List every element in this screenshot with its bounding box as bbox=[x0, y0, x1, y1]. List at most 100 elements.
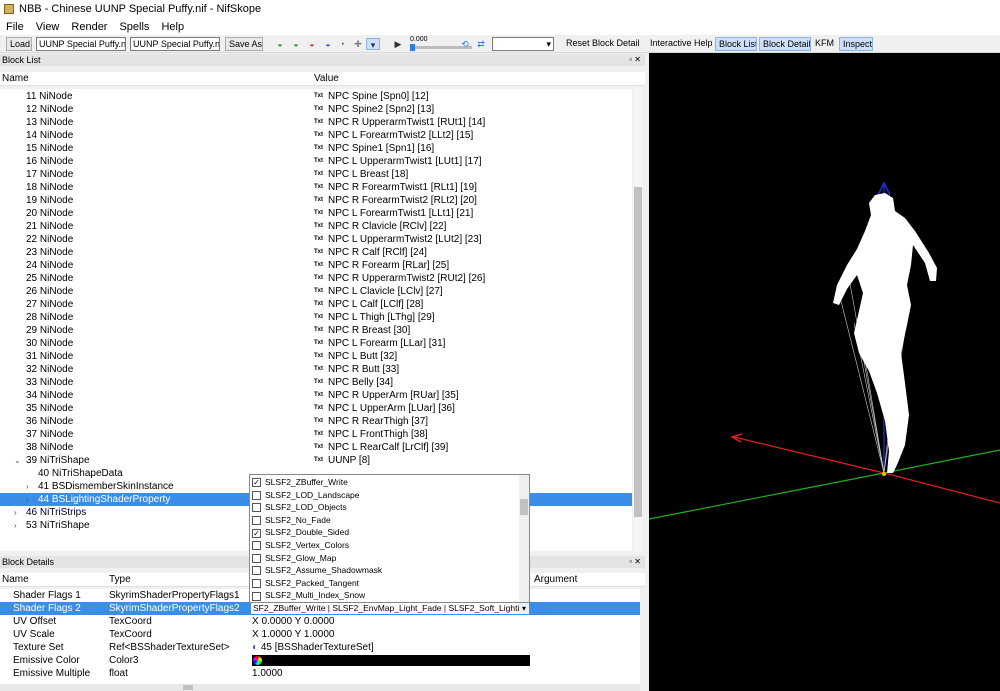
expand-arrow-icon[interactable]: › bbox=[14, 506, 17, 519]
block-list-row[interactable]: 34 NiNode Txt NPC R UpperArm [RUar] [35] bbox=[0, 389, 632, 402]
block-list-row[interactable]: 27 NiNode Txt NPC L Calf [LClf] [28] bbox=[0, 298, 632, 311]
view-dropdown-icon[interactable]: ▾ bbox=[366, 38, 380, 50]
view-front-icon[interactable]: ◒ bbox=[274, 38, 286, 50]
block-list-row[interactable]: 14 NiNode Txt NPC L ForearmTwist2 [LLt2] [… bbox=[0, 129, 632, 142]
block-list-row[interactable]: 15 NiNode Txt NPC Spine1 [Spn1] [16] bbox=[0, 142, 632, 155]
combobox-arrow-icon[interactable]: ▾ bbox=[519, 603, 529, 614]
checkbox-icon[interactable] bbox=[252, 566, 261, 576]
collapse-arrow-icon[interactable]: ⌄ bbox=[14, 454, 21, 467]
block-list-row[interactable]: 16 NiNode Txt NPC L UpperarmTwist1 [LUt1] … bbox=[0, 155, 632, 168]
menu-spells[interactable]: Spells bbox=[113, 21, 155, 33]
block-list-row[interactable]: 37 NiNode Txt NPC L FrontThigh [38] bbox=[0, 428, 632, 441]
details-col-type[interactable]: Type bbox=[109, 573, 131, 587]
checkbox-icon[interactable] bbox=[252, 503, 261, 513]
block-list-row[interactable]: 12 NiNode Txt NPC Spine2 [Spn2] [13] bbox=[0, 103, 632, 116]
block-list-row[interactable]: ⌄ 39 NiTriShape Txt UUNP [8] bbox=[0, 454, 632, 467]
checkbox-icon[interactable] bbox=[252, 541, 261, 551]
checked-checkbox-icon[interactable]: ✓ bbox=[252, 478, 261, 488]
block-list-row[interactable]: 31 NiNode Txt NPC L Butt [32] bbox=[0, 350, 632, 363]
flag-option[interactable]: SLSF2_Glow_Map bbox=[252, 552, 336, 565]
scroll-thumb[interactable] bbox=[634, 187, 642, 517]
play-icon[interactable]: ▶ bbox=[392, 38, 404, 50]
field-value[interactable]: 1.0000 bbox=[252, 667, 283, 680]
block-list-row[interactable]: 13 NiNode Txt NPC R UpperarmTwist1 [RUt1] … bbox=[0, 116, 632, 129]
details-row[interactable]: UV Scale TexCoord X 1.0000 Y 1.0000 bbox=[0, 628, 640, 641]
emissive-color-swatch[interactable] bbox=[252, 655, 530, 666]
file-input-2[interactable]: UUNP Special Puffy.nif bbox=[130, 37, 220, 51]
details-row[interactable]: Emissive Multiple float 1.0000 bbox=[0, 667, 640, 680]
view-side-icon[interactable]: ◒ bbox=[290, 38, 302, 50]
expand-arrow-icon[interactable]: › bbox=[26, 493, 29, 506]
block-list-row[interactable]: 26 NiNode Txt NPC L Clavicle [LClv] [27] bbox=[0, 285, 632, 298]
col-name-header[interactable]: Name bbox=[2, 72, 29, 86]
menu-render[interactable]: Render bbox=[65, 21, 113, 33]
flag-option[interactable]: SLSF2_No_Fade bbox=[252, 514, 331, 527]
block-list-row[interactable]: 33 NiNode Txt NPC Belly [34] bbox=[0, 376, 632, 389]
flag-option[interactable]: SLSF2_Packed_Tangent bbox=[252, 577, 359, 590]
details-col-argument[interactable]: Argument bbox=[534, 573, 577, 587]
pane-float-close-icon[interactable]: ▫ ✕ bbox=[629, 556, 641, 568]
field-value[interactable]: X 0.0000 Y 0.0000 bbox=[252, 615, 335, 628]
expand-arrow-icon[interactable]: › bbox=[26, 480, 29, 493]
flag-option[interactable]: SLSF2_Multi_Index_Snow bbox=[252, 589, 365, 602]
load-button[interactable]: Load bbox=[6, 37, 32, 51]
block-list-row[interactable]: 19 NiNode Txt NPC R ForearmTwist2 [RLt2] [… bbox=[0, 194, 632, 207]
block-list-row[interactable]: 22 NiNode Txt NPC L UpperarmTwist2 [LUt2] … bbox=[0, 233, 632, 246]
view-top-icon[interactable]: ◒ bbox=[306, 38, 318, 50]
switch-icon[interactable]: ⇄ bbox=[475, 38, 487, 50]
inspect-toggle[interactable]: Inspect bbox=[839, 37, 873, 51]
block-list-row[interactable]: 20 NiNode Txt NPC L ForearmTwist1 [LLt1] [… bbox=[0, 207, 632, 220]
checkbox-icon[interactable] bbox=[252, 579, 261, 589]
block-list-row[interactable]: 17 NiNode Txt NPC L Breast [18] bbox=[0, 168, 632, 181]
axes-icon[interactable]: ✛ bbox=[352, 38, 364, 50]
loop-icon[interactable]: ⟲ bbox=[459, 38, 471, 50]
block-list-row[interactable]: 24 NiNode Txt NPC R Forearm [RLar] [25] bbox=[0, 259, 632, 272]
checkbox-icon[interactable] bbox=[252, 591, 261, 601]
details-hscrollbar[interactable] bbox=[0, 684, 640, 691]
block-list-scrollbar[interactable] bbox=[633, 87, 643, 551]
checked-checkbox-icon[interactable]: ✓ bbox=[252, 528, 261, 538]
details-row[interactable]: Shader Flags 2 SkyrimShaderPropertyFlags2… bbox=[0, 602, 640, 615]
flag-option[interactable]: SLSF2_Vertex_Colors bbox=[252, 539, 349, 552]
save-as-button[interactable]: Save As bbox=[225, 37, 263, 51]
flag-option[interactable]: ✓ SLSF2_ZBuffer_Write bbox=[252, 476, 348, 489]
block-list-row[interactable]: 11 NiNode Txt NPC Spine [Spn0] [12] bbox=[0, 90, 632, 103]
expand-arrow-icon[interactable]: › bbox=[14, 519, 17, 532]
shader-flags-combobox[interactable]: SF2_ZBuffer_Write | SLSF2_EnvMap_Light_F… bbox=[250, 602, 530, 615]
block-list-row[interactable]: 29 NiNode Txt NPC R Breast [30] bbox=[0, 324, 632, 337]
col-value-header[interactable]: Value bbox=[314, 72, 339, 86]
menu-view[interactable]: View bbox=[30, 21, 66, 33]
block-list-row[interactable]: 23 NiNode Txt NPC R Calf [RClf] [24] bbox=[0, 246, 632, 259]
flag-option[interactable]: SLSF2_LOD_Landscape bbox=[252, 489, 360, 502]
render-viewport[interactable] bbox=[649, 53, 1000, 691]
block-list-row[interactable]: 35 NiNode Txt NPC L UpperArm [LUar] [36] bbox=[0, 402, 632, 415]
block-list-row[interactable]: 30 NiNode Txt NPC L Forearm [LLar] [31] bbox=[0, 337, 632, 350]
details-col-name[interactable]: Name bbox=[2, 573, 29, 587]
details-row[interactable]: Texture Set Ref<BSShaderTextureSet> ◐ 45 [… bbox=[0, 641, 640, 654]
block-list-row[interactable]: 36 NiNode Txt NPC R RearThigh [37] bbox=[0, 415, 632, 428]
details-row[interactable]: Emissive Color Color3 bbox=[0, 654, 640, 667]
block-list-toggle[interactable]: Block List bbox=[715, 37, 757, 51]
flag-option[interactable]: ✓ SLSF2_Double_Sided bbox=[252, 526, 349, 539]
block-list-row[interactable]: 28 NiNode Txt NPC L Thigh [LThg] [29] bbox=[0, 311, 632, 324]
block-list-row[interactable]: 21 NiNode Txt NPC R Clavicle [RClv] [22] bbox=[0, 220, 632, 233]
checkbox-icon[interactable] bbox=[252, 490, 261, 500]
color-wheel-icon[interactable] bbox=[253, 656, 262, 665]
block-list-row[interactable]: 32 NiNode Txt NPC R Butt [33] bbox=[0, 363, 632, 376]
checkbox-icon[interactable] bbox=[252, 516, 261, 526]
view-walk-icon[interactable]: ◔ bbox=[336, 38, 348, 50]
view-user-icon[interactable]: ◒ bbox=[322, 38, 334, 50]
pane-float-close-icon[interactable]: ▫ ✕ bbox=[629, 54, 641, 66]
block-list-row[interactable]: 18 NiNode Txt NPC R ForearmTwist1 [RLt1] [… bbox=[0, 181, 632, 194]
field-value[interactable]: X 1.0000 Y 1.0000 bbox=[252, 628, 335, 641]
flag-option[interactable]: SLSF2_LOD_Objects bbox=[252, 501, 347, 514]
animation-select[interactable]: ▾ bbox=[492, 37, 554, 51]
block-details-toggle[interactable]: Block Details bbox=[759, 37, 811, 51]
file-input-1[interactable]: UUNP Special Puffy.nif bbox=[36, 37, 126, 51]
checkbox-icon[interactable] bbox=[252, 553, 261, 563]
kfm-toggle[interactable]: KFM bbox=[815, 37, 835, 51]
details-row[interactable]: UV Offset TexCoord X 0.0000 Y 0.0000 bbox=[0, 615, 640, 628]
interactive-help-button[interactable]: Interactive Help bbox=[650, 37, 712, 51]
flag-option[interactable]: SLSF2_Assume_Shadowmask bbox=[252, 564, 382, 577]
field-value[interactable]: ◐ 45 [BSShaderTextureSet] bbox=[252, 641, 374, 654]
